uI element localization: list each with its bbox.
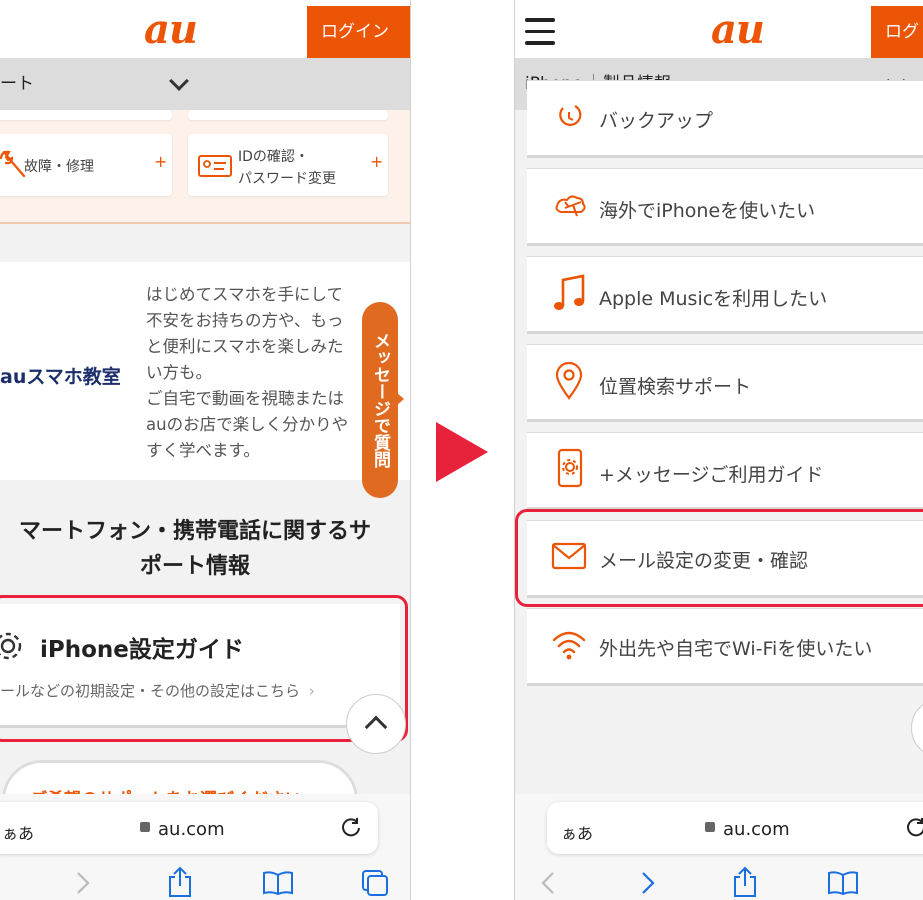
list-item-label: 位置検索サポート (599, 376, 752, 398)
share-icon[interactable] (166, 866, 194, 898)
scroll-top-button[interactable] (346, 694, 406, 754)
tab-pointer (396, 392, 404, 406)
lesson-line: auのお店で楽しく分かりや (146, 415, 349, 434)
lesson-line: ご自宅で動画を視聴または (146, 389, 344, 408)
reload-icon[interactable] (905, 816, 923, 838)
plus-icon: + (154, 152, 168, 171)
quick-links-area: 故障・修理 + IDの確認・ パスワード変更 + (0, 110, 410, 224)
card-top-right (188, 110, 388, 120)
lock-icon (140, 822, 150, 832)
card-id-password[interactable]: IDの確認・ パスワード変更 + (188, 134, 388, 196)
list-item-label: バックアップ (599, 110, 714, 132)
forward-icon[interactable] (74, 870, 92, 896)
wifi-icon (552, 631, 586, 660)
chevron-up-icon (364, 715, 388, 739)
list-item-label: 海外でiPhoneを使いたい (599, 200, 816, 222)
card-id-label-2: パスワード変更 (238, 171, 336, 187)
backup-icon (559, 105, 582, 126)
url-text[interactable]: au.com (158, 819, 225, 840)
highlight-frame (515, 509, 923, 607)
lesson-line: と便利にスマホを楽しみた (146, 337, 344, 356)
lesson-description: はじめてスマホを手にして 不安をお持ちの方や、もっ と便利にスマホを楽しみた い… (146, 282, 386, 464)
transition-arrow-icon (436, 422, 488, 482)
au-logo[interactable]: au (144, 6, 198, 53)
section-title-line: マートフォン・携帯電話に関するサ (18, 519, 371, 544)
share-icon[interactable] (731, 866, 759, 898)
card-repair[interactable]: 故障・修理 + (0, 134, 172, 196)
left-screenshot: au ログイン ート 故障・修理 + IDの確認・ パスワード変更 + auスマ… (0, 0, 411, 900)
airplane-icon (555, 195, 586, 217)
url-text[interactable]: au.com (723, 819, 790, 840)
back-icon[interactable] (539, 870, 557, 896)
breadcrumb-label: ート (0, 74, 34, 94)
lock-icon (705, 822, 715, 832)
right-screenshot: au ログ iPhone 製品情報 バックアップ 海外でiPhoneを使いたい … (514, 0, 923, 900)
lesson-line: 不安をお持ちの方や、もっ (146, 311, 344, 330)
text-size-button[interactable]: ぁあ (561, 820, 593, 844)
card-id-label-1: IDの確認・ (238, 149, 309, 165)
text-size-button[interactable]: ぁあ (2, 820, 34, 844)
lesson-line: すく学べます。 (146, 441, 260, 460)
hamburger-menu-icon[interactable] (525, 18, 555, 45)
list-item-label: +メッセージご利用ガイド (599, 464, 824, 486)
login-button[interactable]: ログイン (307, 6, 410, 58)
location-pin-icon (555, 362, 583, 400)
au-logo[interactable]: au (711, 6, 765, 53)
card-top-left (0, 110, 172, 120)
lesson-line: はじめてスマホを手にして (146, 285, 344, 304)
site-header: au ログ (515, 0, 923, 58)
reload-icon[interactable] (340, 816, 362, 838)
forward-icon[interactable] (639, 870, 657, 896)
message-question-tab[interactable]: メッセージで質問 (362, 302, 398, 498)
login-button[interactable]: ログ (871, 6, 923, 58)
list-item-label: Apple Musicを利用したい (599, 288, 828, 310)
list-item-backup[interactable] (527, 80, 923, 158)
music-note-icon (554, 274, 585, 310)
tabs-icon[interactable] (360, 868, 390, 898)
chevron-down-icon[interactable] (169, 71, 189, 91)
bookmarks-icon[interactable] (827, 870, 859, 896)
lesson-title-text: スマホ教室 (26, 366, 121, 388)
section-title-line: ポート情報 (139, 554, 250, 579)
id-card-icon (198, 155, 232, 177)
section-title: マートフォン・携帯電話に関するサ ポート情報 (0, 514, 400, 584)
list-item-label: 外出先や自宅でWi-Fiを使いたい (599, 638, 873, 660)
lesson-line: い方も。 (146, 363, 212, 382)
bookmarks-icon[interactable] (262, 870, 294, 896)
card-repair-label: 故障・修理 (24, 159, 94, 175)
site-header: au ログイン (0, 0, 410, 58)
phone-settings-icon (557, 448, 583, 488)
breadcrumb-bar[interactable]: ート (0, 58, 410, 110)
lesson-title: auスマホ教室 (0, 362, 121, 389)
plus-icon: + (370, 152, 384, 171)
lesson-prefix: au (0, 366, 27, 388)
